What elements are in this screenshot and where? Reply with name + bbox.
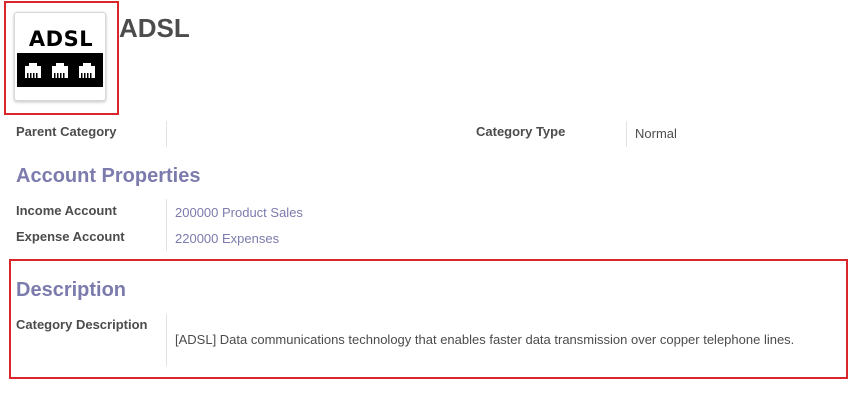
account-properties-heading: Account Properties bbox=[16, 165, 201, 187]
field-separator bbox=[626, 121, 627, 147]
description-heading: Description bbox=[16, 279, 127, 301]
ethernet-ports-icon bbox=[17, 53, 103, 87]
logo-text: ADSL bbox=[28, 27, 94, 51]
field-separator bbox=[166, 199, 167, 225]
record-title[interactable]: ADSL bbox=[119, 13, 190, 43]
income-account-label: Income Account bbox=[16, 203, 117, 218]
category-description-field[interactable]: [ADSL] Data communications technology th… bbox=[175, 332, 835, 348]
category-type-field[interactable]: Normal bbox=[635, 126, 677, 142]
category-description-label: Category Description bbox=[16, 317, 148, 332]
expense-account-label: Expense Account bbox=[16, 229, 125, 244]
category-type-label: Category Type bbox=[476, 124, 566, 139]
parent-category-field[interactable] bbox=[175, 125, 455, 141]
parent-category-label: Parent Category bbox=[16, 124, 117, 139]
expense-account-link[interactable]: 220000 Expenses bbox=[175, 231, 279, 247]
field-separator bbox=[166, 314, 167, 366]
field-separator bbox=[166, 121, 167, 147]
field-separator bbox=[166, 225, 167, 251]
income-account-link[interactable]: 200000 Product Sales bbox=[175, 205, 303, 221]
category-image[interactable]: ADSL bbox=[14, 12, 106, 101]
